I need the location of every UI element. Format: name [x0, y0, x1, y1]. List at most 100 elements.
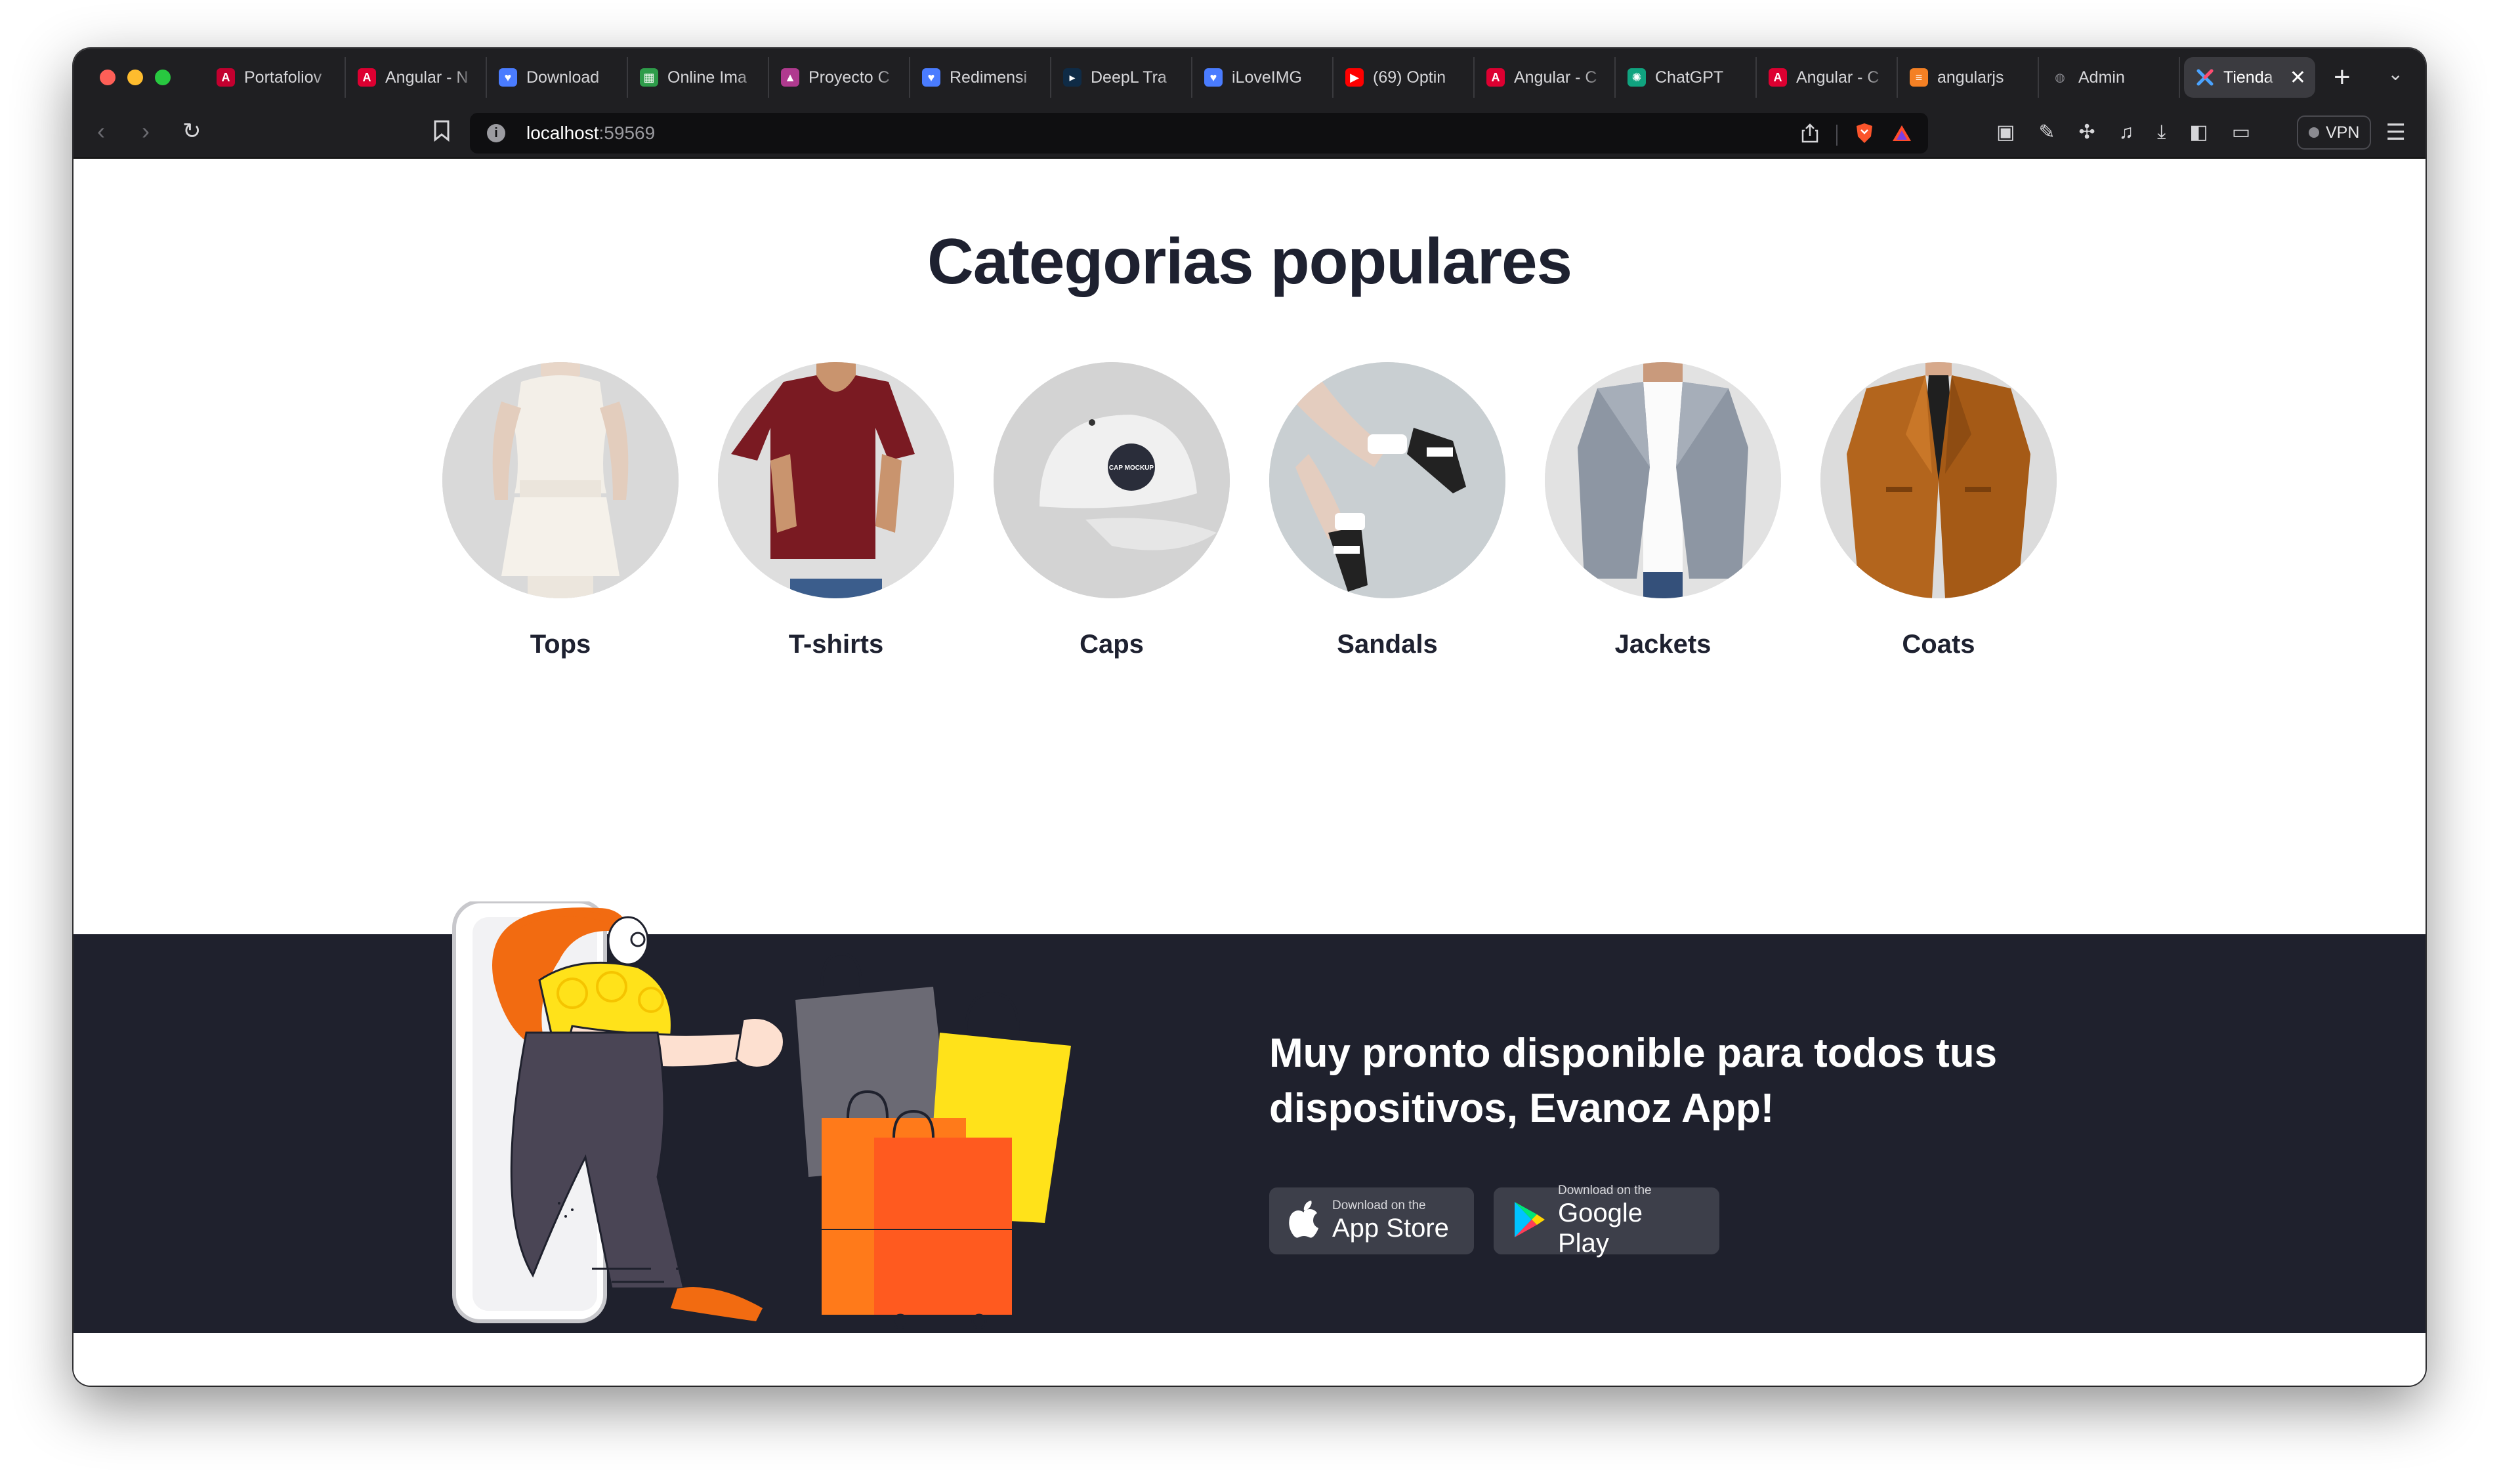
tab[interactable]: ◍ Admin — [2039, 57, 2180, 98]
angular-icon: A — [1486, 68, 1505, 87]
google-play-small: Download on the — [1558, 1184, 1652, 1197]
category-sandals[interactable]: Sandals — [1269, 362, 1505, 659]
back-icon[interactable]: ‹ — [97, 118, 105, 144]
app-store-small: Download on the — [1332, 1199, 1426, 1212]
category-tshirts[interactable]: T-shirts — [718, 362, 954, 659]
stackoverflow-icon: ≡ — [1910, 68, 1928, 87]
close-window-button[interactable] — [100, 70, 116, 85]
tab-label: Download — [526, 68, 600, 87]
share-icon[interactable] — [1801, 123, 1819, 147]
tab-label: Tienda — [2223, 68, 2273, 87]
category-label[interactable]: Sandals — [1269, 630, 1505, 659]
tab-list: A Portafoliov A Angular - N ♥ Download ▦ Online… — [205, 49, 2180, 106]
sidebar-panel-icon[interactable]: ▣ — [1996, 119, 2015, 146]
heart-icon: ♥ — [1204, 68, 1223, 87]
coats-image[interactable] — [1820, 362, 2057, 598]
tshirts-image[interactable] — [718, 362, 954, 598]
triangle-icon: ▲ — [781, 68, 799, 87]
chevron-down-icon[interactable]: ⌄ — [2388, 63, 2403, 85]
address-bar[interactable]: i localhost :59569 — [470, 113, 1928, 154]
hamburger-menu-icon[interactable]: ☰ — [2386, 119, 2406, 146]
tab[interactable]: A Angular - C — [1475, 57, 1616, 98]
split-view-icon[interactable]: ◧ — [2189, 119, 2208, 146]
music-icon[interactable]: ♫ — [2119, 119, 2134, 146]
category-tops[interactable]: Tops — [442, 362, 679, 659]
tab-label: Admin — [2078, 68, 2125, 87]
store-buttons: Download on the App Store Download on th… — [1269, 1184, 1719, 1258]
brave-rewards-icon[interactable] — [1891, 123, 1912, 146]
tab-label: Portafoliov — [244, 68, 322, 87]
google-play-button[interactable]: Download on the Google Play — [1494, 1184, 1719, 1258]
brave-shield-icon[interactable] — [1855, 122, 1874, 148]
category-jackets[interactable]: Jackets — [1545, 362, 1781, 659]
angular-purple-icon: A — [217, 68, 235, 87]
extension-icons: ▣ ✎ ✣ ♫ ⤓ ◧ ▭ — [1996, 119, 2250, 146]
wallet-icon[interactable]: ▭ — [2232, 119, 2250, 146]
site-info-icon[interactable]: i — [487, 124, 505, 142]
eyedropper-icon[interactable]: ✎ — [2038, 119, 2055, 146]
tab[interactable]: ▦ Online Ima — [628, 57, 769, 98]
tab[interactable]: ♥ Download — [487, 57, 628, 98]
category-label[interactable]: Coats — [1820, 630, 2057, 659]
shopping-girl-illustration — [452, 901, 1071, 1329]
tab[interactable]: ♥ iLoveIMG — [1192, 57, 1334, 98]
category-label[interactable]: Jackets — [1545, 630, 1781, 659]
chatgpt-icon: ✺ — [1628, 68, 1646, 87]
categories-title: Categorias populares — [927, 225, 1572, 297]
category-caps[interactable]: CAP MOCKUP Caps — [994, 362, 1230, 659]
app-store-button[interactable]: Download on the App Store — [1269, 1187, 1474, 1254]
bookmark-icon[interactable] — [433, 119, 450, 145]
banner-title: Muy pronto disponible para todos tus dis… — [1269, 1031, 1998, 1131]
close-tab-icon[interactable]: ✕ — [2290, 66, 2306, 89]
tab[interactable]: ✺ ChatGPT — [1616, 57, 1757, 98]
heart-icon: ♥ — [922, 68, 940, 87]
tab[interactable]: ≡ angularjs — [1898, 57, 2039, 98]
sandals-image[interactable] — [1269, 362, 1505, 598]
tab[interactable]: ▶ (69) Optin — [1334, 57, 1475, 98]
tab-label: Online Ima — [667, 68, 747, 87]
tab[interactable]: A Angular - C — [1757, 57, 1898, 98]
tab-label: (69) Optin — [1373, 68, 1446, 87]
tab-label: angularjs — [1937, 68, 2004, 87]
new-tab-button[interactable]: + — [2334, 63, 2351, 92]
caps-image[interactable]: CAP MOCKUP — [994, 362, 1230, 598]
puzzle-extensions-icon[interactable]: ✣ — [2079, 119, 2095, 146]
tab-bar: A Portafoliov A Angular - N ♥ Download ▦ Online… — [74, 49, 2426, 106]
tab[interactable]: A Angular - N — [346, 57, 487, 98]
category-label[interactable]: Caps — [994, 630, 1230, 659]
minimize-window-button[interactable] — [127, 70, 143, 85]
vpn-button[interactable]: VPN — [2297, 115, 2372, 150]
tab[interactable]: ♥ Redimensi — [910, 57, 1051, 98]
vpn-label: VPN — [2326, 123, 2360, 142]
tab-label: DeepL Tra — [1091, 68, 1167, 87]
reload-icon[interactable]: ↻ — [182, 118, 201, 144]
category-label[interactable]: Tops — [442, 630, 679, 659]
tab[interactable]: ▲ Proyecto C — [769, 57, 910, 98]
heart-icon: ♥ — [499, 68, 517, 87]
divider — [1836, 124, 1838, 146]
window-controls — [100, 70, 171, 85]
apple-icon — [1288, 1200, 1320, 1242]
category-list: Tops T-shirts CAP MOCKUP Caps Sandals Ja… — [442, 362, 2057, 659]
tab-active[interactable]: Tienda ✕ — [2184, 57, 2315, 98]
category-coats[interactable]: Coats — [1820, 362, 2057, 659]
category-label[interactable]: T-shirts — [718, 630, 954, 659]
tab-label: ChatGPT — [1655, 68, 1724, 87]
tab[interactable]: A Portafoliov — [205, 57, 346, 98]
download-icon[interactable]: ⤓ — [2157, 119, 2166, 146]
maximize-window-button[interactable] — [155, 70, 171, 85]
jackets-image[interactable] — [1545, 362, 1781, 598]
browser-toolbar: ‹ › ↻ i localhost :59569 ▣ ✎ ✣ ♫ ⤓ ◧ ▭ V… — [74, 106, 2426, 159]
forward-icon[interactable]: › — [142, 118, 150, 144]
tab-label: Angular - C — [1796, 68, 1880, 87]
vpn-status-icon — [2309, 127, 2319, 138]
tab-label: Angular - N — [385, 68, 469, 87]
deepl-icon: ▸ — [1063, 68, 1082, 87]
angular-icon: A — [1769, 68, 1787, 87]
google-play-text: Download on the Google Play — [1558, 1184, 1698, 1258]
app-store-text: Download on the App Store — [1332, 1199, 1449, 1243]
tab[interactable]: ▸ DeepL Tra — [1051, 57, 1192, 98]
app-store-label: App Store — [1332, 1214, 1449, 1243]
tops-image[interactable] — [442, 362, 679, 598]
cap-badge-text: CAP MOCKUP — [1109, 464, 1154, 472]
